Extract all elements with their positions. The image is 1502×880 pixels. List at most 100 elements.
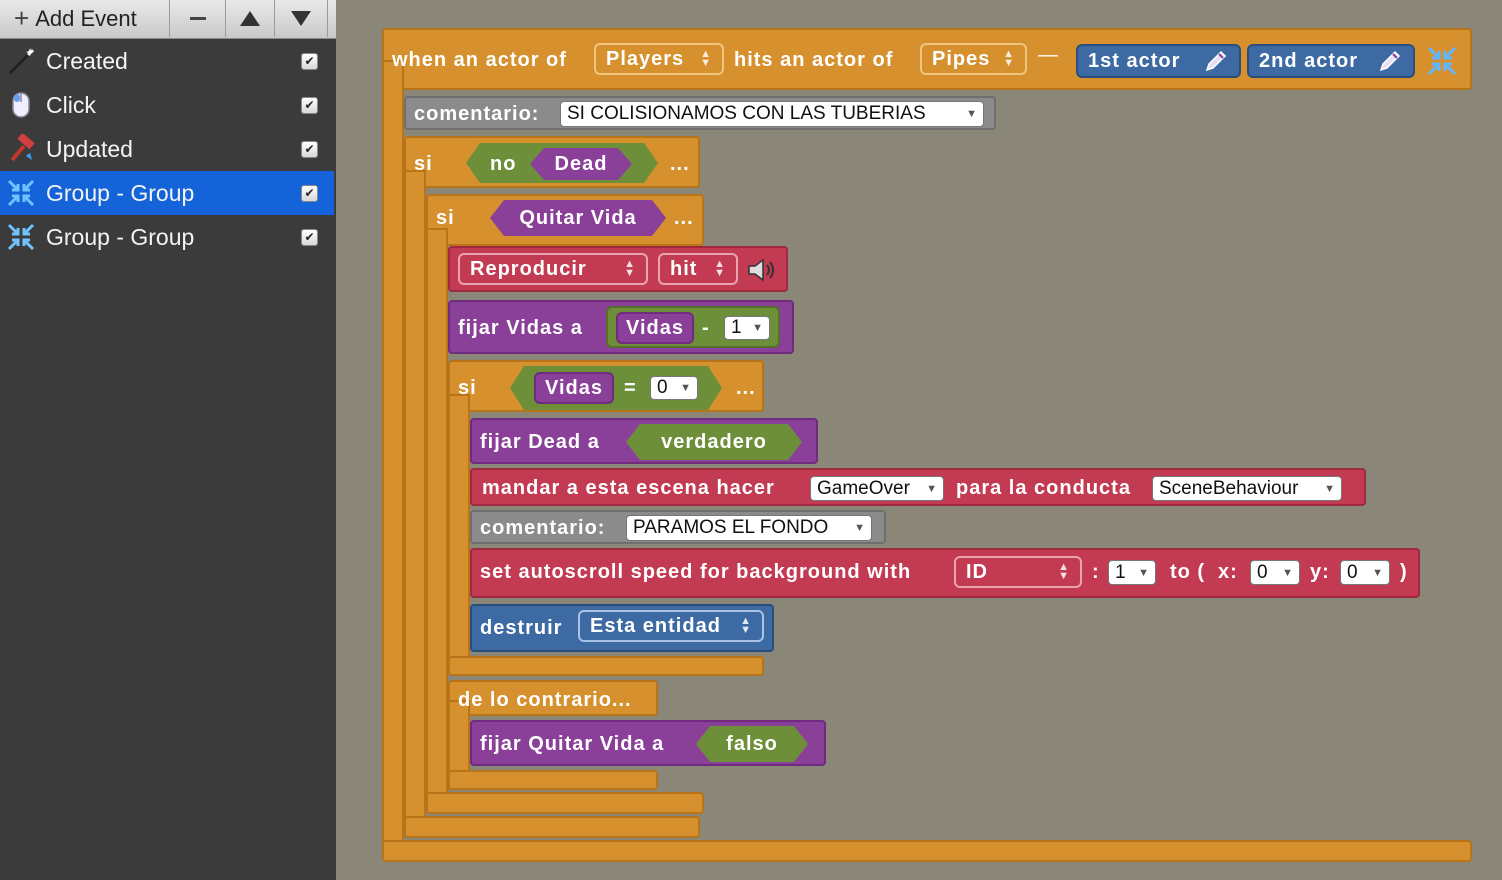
event-wrapper-left (382, 60, 404, 860)
subtract-value: 1 (731, 317, 742, 338)
actor-group-2-value: Pipes (932, 47, 991, 70)
send-para-label: para la conducta (956, 477, 1131, 499)
event-enabled-checkbox[interactable]: ✔ (301, 228, 318, 246)
not-label: no (490, 153, 517, 175)
second-actor-label: 2nd actor (1259, 49, 1359, 72)
pencil-icon (1379, 50, 1401, 72)
event-wrapper-bottom (382, 840, 1472, 862)
comment-label: comentario: (480, 517, 606, 539)
event-label: Created (46, 47, 128, 74)
variable-vidas[interactable]: Vidas (616, 312, 694, 344)
event-item-created[interactable]: Created ✔ (0, 39, 334, 83)
subtract-value-field[interactable]: 1 ▼ (724, 316, 770, 340)
event-item-group-group[interactable]: Group - Group ✔ (0, 171, 334, 215)
sound-name-value: hit (670, 257, 698, 280)
event-dash: — (1038, 44, 1059, 66)
sound-action-value: Reproducir (470, 257, 587, 280)
variable-dead-label: Dead (554, 152, 608, 175)
speed-y-field[interactable]: 0 ▼ (1340, 560, 1390, 585)
event-label: Click (46, 91, 96, 118)
event-enabled-checkbox[interactable]: ✔ (301, 184, 318, 202)
variable-quitar-vida[interactable]: Quitar Vida (490, 200, 666, 236)
event-label: Group - Group (46, 179, 195, 206)
move-up-button[interactable] (226, 0, 275, 37)
speed-x-field[interactable]: 0 ▼ (1250, 560, 1300, 585)
if-label: si (414, 153, 433, 175)
variable-vidas-label: Vidas (626, 316, 684, 339)
if-dots: ... (736, 377, 756, 399)
remove-event-button[interactable] (171, 0, 226, 37)
if-label: si (436, 207, 455, 229)
updown-arrows-icon: ▲ ▼ (700, 48, 712, 69)
variable-vidas[interactable]: Vidas (534, 372, 614, 404)
block-canvas: when an actor of Players ▲ ▼ hits an acto… (336, 0, 1502, 880)
chevron-down-icon: ▼ (1282, 566, 1293, 579)
chevron-down-icon: ▼ (926, 482, 937, 495)
chevron-down-icon: ▼ (1324, 482, 1335, 495)
speed-y-value: 0 (1347, 561, 1358, 583)
speed-x-value: 0 (1257, 561, 1268, 583)
subtract-op: - (702, 317, 710, 339)
equals-op: = (624, 377, 637, 399)
false-value-block[interactable]: falso (696, 726, 808, 762)
updown-arrows-icon: ▲ ▼ (1058, 561, 1070, 582)
updown-arrows-icon: ▲ ▼ (624, 258, 636, 279)
actor-group-1-dropdown[interactable]: Players ▲ ▼ (594, 43, 724, 75)
destroy-label: destruir (480, 617, 563, 639)
event-toolbar: + Add Event (0, 0, 336, 39)
comment-text-value: SI COLISIONAMOS CON LAS TUBERIAS (567, 103, 926, 124)
true-value-block[interactable]: verdadero (626, 424, 802, 460)
autoscroll-colon: : (1092, 561, 1100, 583)
variable-dead[interactable]: Dead (530, 148, 632, 180)
else-label: de lo contrario... (458, 689, 632, 711)
if-block-vidas-zero-foot (448, 656, 764, 676)
equals-value-field[interactable]: 0 ▼ (650, 376, 698, 400)
plus-icon: + (14, 3, 30, 33)
autoscroll-to-label: to ( (1170, 561, 1206, 583)
arrow-down-icon (291, 11, 311, 26)
event-item-group-group-2[interactable]: Group - Group ✔ (0, 215, 334, 259)
if-label: si (458, 377, 477, 399)
if-block-quitar-vida-arm (426, 228, 448, 808)
first-actor-label: 1st actor (1088, 49, 1181, 72)
background-id-dropdown[interactable]: ID ▲ ▼ (954, 556, 1082, 588)
event-enabled-checkbox[interactable]: ✔ (301, 96, 318, 114)
comment-text-field[interactable]: SI COLISIONAMOS CON LAS TUBERIAS ▼ (560, 101, 984, 127)
event-enabled-checkbox[interactable]: ✔ (301, 52, 318, 70)
send-message-label: mandar a esta escena hacer (482, 477, 775, 499)
event-label: Group - Group (46, 223, 195, 250)
collision-icon (6, 222, 36, 252)
event-item-updated[interactable]: Updated ✔ (0, 127, 334, 171)
equals-value: 0 (657, 377, 668, 398)
add-event-button[interactable]: + Add Event (0, 0, 170, 37)
background-index-value: 1 (1115, 561, 1126, 583)
first-actor-block[interactable]: 1st actor (1076, 44, 1241, 78)
event-sidebar: + Add Event Created ✔ Click ✔ Updated ✔ … (0, 0, 336, 880)
chevron-down-icon: ▼ (1138, 566, 1149, 579)
updown-arrows-icon: ▲ ▼ (740, 615, 752, 636)
second-actor-block[interactable]: 2nd actor (1247, 44, 1415, 78)
comment-text-field[interactable]: PARAMOS EL FONDO ▼ (626, 515, 872, 541)
set-dead-label: fijar Dead a (480, 431, 600, 453)
sound-action-dropdown[interactable]: Reproducir ▲ ▼ (458, 253, 648, 285)
set-vidas-label: fijar Vidas a (458, 317, 583, 339)
sound-name-dropdown[interactable]: hit ▲ ▼ (658, 253, 738, 285)
event-when-label: when an actor of (392, 49, 567, 71)
behaviour-name-field[interactable]: SceneBehaviour ▼ (1152, 476, 1342, 501)
wand-icon (6, 46, 36, 76)
event-enabled-checkbox[interactable]: ✔ (301, 140, 318, 158)
event-label: Updated (46, 135, 133, 162)
message-name-field[interactable]: GameOver ▼ (810, 476, 944, 501)
event-item-click[interactable]: Click ✔ (0, 83, 334, 127)
background-index-field[interactable]: 1 ▼ (1108, 560, 1156, 585)
destroy-target-value: Esta entidad (590, 614, 721, 637)
hammer-icon (6, 132, 36, 164)
chevron-down-icon: ▼ (752, 322, 763, 334)
actor-group-2-dropdown[interactable]: Pipes ▲ ▼ (920, 43, 1027, 75)
move-down-button[interactable] (275, 0, 328, 37)
background-id-value: ID (966, 560, 988, 583)
autoscroll-label: set autoscroll speed for background with (480, 561, 912, 583)
destroy-target-dropdown[interactable]: Esta entidad ▲ ▼ (578, 610, 764, 642)
behaviour-name-value: SceneBehaviour (1159, 477, 1299, 499)
chevron-down-icon: ▼ (854, 522, 865, 534)
